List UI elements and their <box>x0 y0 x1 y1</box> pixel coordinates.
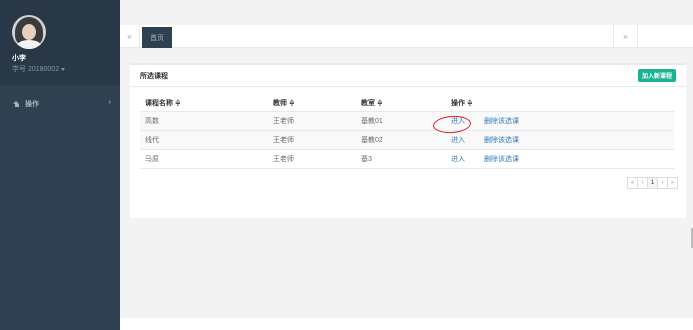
sidebar-item-operations[interactable]: 操作 ‹ <box>0 97 120 111</box>
table-row: 高数 王老师 基教01 进入 删除该选课 <box>140 111 674 131</box>
column-header-teacher[interactable]: 教师 ≑ <box>268 95 356 112</box>
column-header-empty <box>479 95 674 112</box>
cell-course: 马原 <box>140 149 268 169</box>
chevron-left-icon: ‹ <box>108 99 111 106</box>
sidebar-item-label: 操作 <box>25 101 39 108</box>
user-profile: 小李 学号 20180002 <box>0 0 120 85</box>
cell-course: 高数 <box>140 111 268 131</box>
user-name: 小李 <box>12 55 26 62</box>
table-row: 马原 王老师 基3 进入 删除该选课 <box>140 149 674 169</box>
tabs-bar: « 首页 » <box>120 25 693 48</box>
delete-course-link[interactable]: 删除该选课 <box>484 156 519 163</box>
delete-course-link[interactable]: 删除该选课 <box>484 137 519 144</box>
panel-header: 所选课程 加入新课程 <box>130 65 686 87</box>
delete-course-link[interactable]: 删除该选课 <box>484 118 519 125</box>
cell-room: 基3 <box>356 149 446 169</box>
cell-teacher: 王老师 <box>268 130 356 150</box>
user-id-text: 学号 20180002 <box>12 66 60 73</box>
column-header-course[interactable]: 课程名称 ≑ <box>140 95 268 112</box>
column-header-room[interactable]: 教室 ≑ <box>356 95 446 112</box>
user-id-dropdown[interactable]: 学号 20180002 <box>12 64 120 74</box>
column-header-actions[interactable]: 操作 ≑ <box>446 95 479 112</box>
caret-down-icon <box>61 67 66 71</box>
pagination: « ‹ 1 › » <box>627 177 678 189</box>
cell-teacher: 王老师 <box>268 149 356 169</box>
pagination-last-button[interactable]: » <box>667 177 678 189</box>
course-table: 课程名称 ≑ 教师 ≑ 教室 ≑ 操作 ≑ 高数 王老师 基教01 进入 删除该… <box>140 95 674 169</box>
tabs-scroll-left-button[interactable]: « <box>120 25 140 48</box>
home-icon <box>13 101 20 107</box>
enter-link[interactable]: 进入 <box>451 118 465 125</box>
add-course-button[interactable]: 加入新课程 <box>637 69 676 82</box>
tab-home[interactable]: 首页 <box>142 27 172 48</box>
enter-link[interactable]: 进入 <box>451 156 465 163</box>
cell-course: 线代 <box>140 130 268 150</box>
panel-title: 所选课程 <box>140 72 168 80</box>
footer <box>120 318 693 330</box>
table-header-row: 课程名称 ≑ 教师 ≑ 教室 ≑ 操作 ≑ <box>140 95 674 112</box>
cell-teacher: 王老师 <box>268 111 356 131</box>
tabs-scroll-right-button[interactable]: » <box>613 25 638 48</box>
avatar[interactable] <box>12 15 46 49</box>
course-panel: 所选课程 加入新课程 课程名称 ≑ 教师 ≑ 教室 ≑ 操作 ≑ 高数 王老师 … <box>130 63 686 218</box>
cell-room: 基教02 <box>356 130 446 150</box>
main-content: 所选课程 加入新课程 课程名称 ≑ 教师 ≑ 教室 ≑ 操作 ≑ 高数 王老师 … <box>120 48 693 318</box>
table-row: 线代 王老师 基教02 进入 删除该选课 <box>140 130 674 150</box>
enter-link[interactable]: 进入 <box>451 137 465 144</box>
cell-room: 基教01 <box>356 111 446 131</box>
sidebar: 小李 学号 20180002 操作 ‹ <box>0 0 120 330</box>
top-navbar <box>120 0 693 24</box>
